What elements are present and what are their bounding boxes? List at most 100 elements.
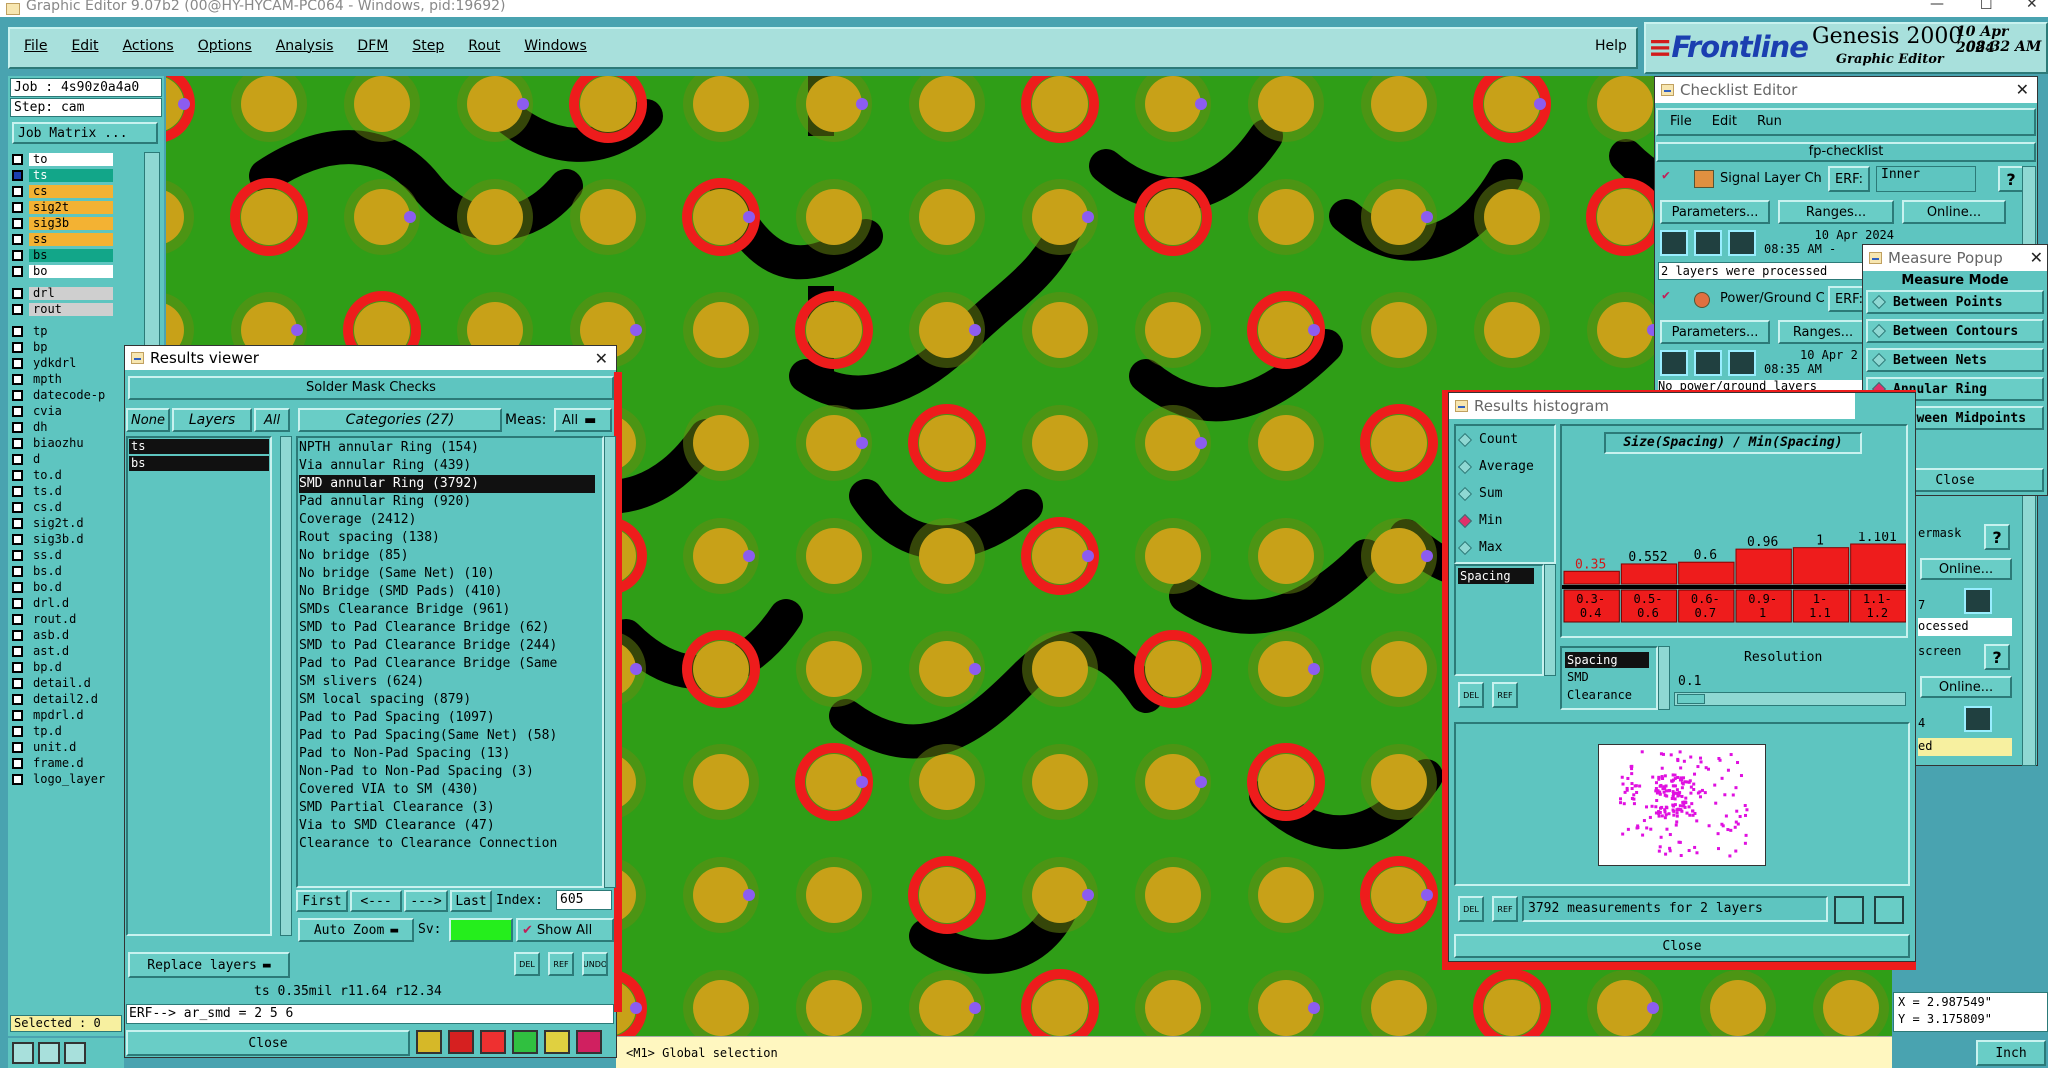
layer-name[interactable]: ss.d [29,549,113,562]
layer-checkbox[interactable] [12,550,23,561]
layer-name[interactable]: cs.d [29,501,113,514]
maximize-icon[interactable]: ☐ [1980,0,1993,13]
run-icon[interactable] [1660,230,1688,256]
layer-checkbox[interactable] [12,534,23,545]
layer-name[interactable]: bp.d [29,661,113,674]
refresh-icon[interactable] [512,1030,538,1054]
stat-option[interactable]: Sum [1457,486,1502,501]
left-list-spacing[interactable]: Spacing [1458,568,1534,584]
layer-name[interactable]: bs [29,249,113,262]
partial-online-button-2[interactable]: Online... [1920,676,2012,698]
layer-row[interactable]: to.d [12,468,113,483]
measure-mode-option[interactable]: Between Nets [1866,348,2044,372]
checklist-menu-run[interactable]: Run [1757,114,1782,129]
layer-row[interactable]: biaozhu [12,436,113,451]
layer-name[interactable]: frame.d [29,757,113,770]
layer-row[interactable]: dh [12,420,113,435]
del-button[interactable]: DEL [514,952,540,976]
results-layer-ts[interactable]: ts [129,439,269,454]
layer-name[interactable]: to [29,153,113,166]
delete-icon[interactable] [480,1030,506,1054]
layer-row[interactable]: bp.d [12,660,113,675]
histogram-close-button[interactable]: Close [1454,934,1910,958]
layer-row[interactable]: cvia [12,404,113,419]
categories-scrollbar[interactable] [604,436,616,888]
check-1-row[interactable]: ✔ Signal Layer Ch ERF: Inner ? [1658,166,2034,194]
index-input[interactable]: 605 [556,890,612,910]
auto-zoom-select[interactable]: Auto Zoom ▬ [298,918,414,942]
prev-button[interactable]: <--- [350,890,402,912]
layer-checkbox[interactable] [12,374,23,385]
layer-name[interactable]: rout.d [29,613,113,626]
category-item[interactable]: Via to SMD Clearance (47) [299,817,595,835]
category-item[interactable]: Clearance to Clearance Connection [299,835,595,853]
layer-row[interactable]: rout [12,302,113,317]
layer-checkbox[interactable] [12,358,23,369]
layer-row[interactable]: sig2t.d [12,516,113,531]
category-item[interactable]: SM local spacing (879) [299,691,595,709]
layer-name[interactable]: ts.d [29,485,113,498]
run-icon[interactable] [1728,350,1756,376]
layer-checkbox[interactable] [12,758,23,769]
layer-name[interactable]: ast.d [29,645,113,658]
layer-row[interactable]: tp.d [12,724,113,739]
report-icon[interactable] [1874,896,1904,924]
last-button[interactable]: Last [450,890,492,912]
layer-name[interactable]: detail2.d [29,693,113,706]
category-item[interactable]: NPTH annular Ring (154) [299,439,595,457]
menu-analysis[interactable]: Analysis [276,38,334,54]
resolution-slider-handle[interactable] [1677,694,1705,704]
layer-row[interactable]: detail2.d [12,692,113,707]
category-item[interactable]: SMDs Clearance Bridge (961) [299,601,595,619]
measure-mode-option[interactable]: Between Points [1866,290,2044,314]
export-icon[interactable] [1834,896,1864,924]
layer-row[interactable]: ss.d [12,548,113,563]
layer-row[interactable]: ts.d [12,484,113,499]
check-2-enabled-icon[interactable]: ✔ [1662,288,1670,303]
undo-button[interactable]: UNDO [582,952,608,976]
check-2-parameters-button[interactable]: Parameters... [1660,320,1770,344]
histogram-ref-button[interactable]: REF [1492,682,1518,708]
checklist-menu-file[interactable]: File [1670,114,1692,129]
category-item[interactable]: Pad to Pad Clearance Bridge (Same [299,655,595,673]
graph-icon[interactable] [416,1030,442,1054]
layer-name[interactable]: detail.d [29,677,113,690]
replace-layers-select[interactable]: Replace layers ▬ [128,952,290,978]
layer-name[interactable]: asb.d [29,629,113,642]
run-icon[interactable] [1660,350,1688,376]
layer-row[interactable]: mpdrl.d [12,708,113,723]
histogram-bar[interactable] [1735,548,1792,585]
menu-options[interactable]: Options [198,38,252,54]
attr-spacing[interactable]: Spacing [1565,652,1649,668]
check-1-enabled-icon[interactable]: ✔ [1662,168,1670,183]
layer-name[interactable]: bs.d [29,565,113,578]
layer-checkbox[interactable] [12,742,23,753]
category-item[interactable]: SMD annular Ring (3792) [299,475,595,493]
job-matrix-button[interactable]: Job Matrix ... [12,122,158,144]
category-item[interactable]: No Bridge (SMD Pads) (410) [299,583,595,601]
minimize-icon[interactable]: — [1930,0,1944,12]
layer-row[interactable]: tp [12,324,113,339]
layer-checkbox[interactable] [12,582,23,593]
category-item[interactable]: SMD to Pad Clearance Bridge (244) [299,637,595,655]
check-1-help-icon[interactable]: ? [1998,166,2024,192]
meas-select[interactable]: All ▬ [554,408,612,432]
layer-checkbox[interactable] [12,422,23,433]
layer-name[interactable]: bp [29,341,113,354]
stat-option[interactable]: Min [1457,513,1502,528]
layer-name[interactable]: to.d [29,469,113,482]
layer-checkbox[interactable] [12,234,23,245]
category-item[interactable]: SM slivers (624) [299,673,595,691]
layer-row[interactable]: bo [12,264,113,279]
sv-color-select[interactable] [449,918,513,942]
layer-checkbox[interactable] [12,678,23,689]
category-item[interactable]: Pad to Non-Pad Spacing (13) [299,745,595,763]
layer-checkbox[interactable] [12,726,23,737]
layer-row[interactable]: mpth [12,372,113,387]
attr-scrollbar[interactable] [1658,646,1670,710]
layer-name[interactable]: mpdrl.d [29,709,113,722]
layer-name[interactable]: drl [29,287,113,300]
category-item[interactable]: No bridge (85) [299,547,595,565]
layers-button[interactable]: Layers [172,408,252,432]
layer-checkbox[interactable] [12,774,23,785]
